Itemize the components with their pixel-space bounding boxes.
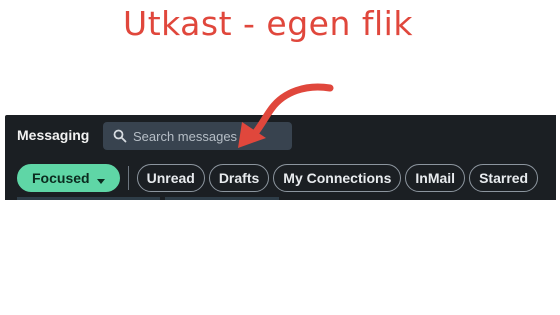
filter-pill-starred[interactable]: Starred (469, 164, 539, 192)
filter-pill-drafts[interactable]: Drafts (208, 164, 270, 192)
tab-underline (165, 197, 279, 200)
focused-underline (17, 197, 160, 200)
page-title: Messaging (17, 127, 90, 143)
filter-pill-my-connections[interactable]: My Connections (273, 164, 402, 192)
filter-divider (127, 166, 129, 190)
focused-dropdown-button[interactable]: Focused (17, 164, 120, 192)
search-icon (113, 129, 127, 143)
caret-down-icon (96, 173, 106, 184)
filter-pill-inmail[interactable]: InMail (405, 164, 466, 192)
page: Utkast - egen flik Messaging Focused Unr… (0, 0, 560, 315)
filter-bar: Focused Unread Drafts My Connections InM… (17, 164, 542, 192)
annotation-headline: Utkast - egen flik (123, 4, 413, 43)
focused-label: Focused (32, 170, 90, 186)
filter-pill-unread[interactable]: Unread (136, 164, 205, 192)
curved-arrow-icon (238, 83, 334, 148)
